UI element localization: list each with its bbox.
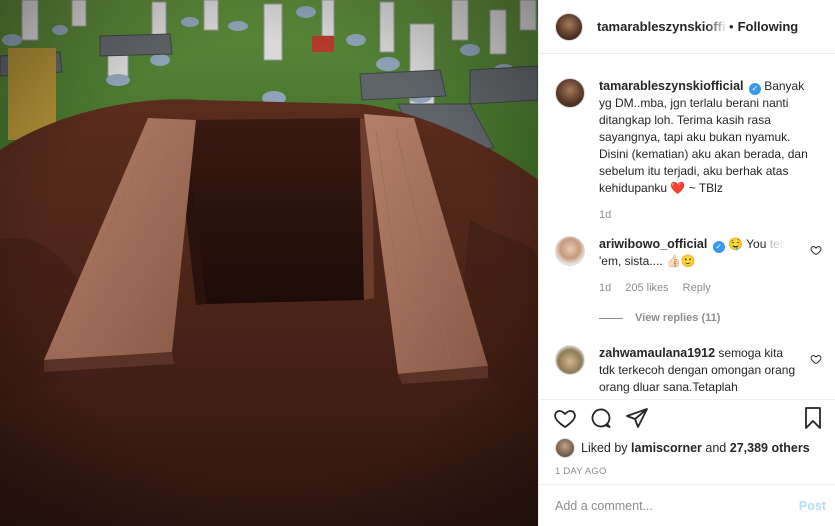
caption-meta: 1d	[599, 207, 820, 224]
comment-text: You	[746, 237, 767, 251]
owner-username[interactable]: tamarableszynskiofficial	[597, 19, 727, 34]
commenter-avatar[interactable]	[555, 236, 585, 266]
like-heart-icon[interactable]	[553, 406, 577, 430]
caption-time[interactable]: 1d	[599, 207, 611, 224]
comment-username[interactable]: ariwibowo_official	[599, 237, 707, 251]
liked-by-summary[interactable]: Liked by lamiscorner and 27,389 others	[555, 438, 810, 458]
save-bookmark-icon[interactable]	[801, 406, 825, 430]
comment-like-heart-icon[interactable]	[810, 244, 822, 256]
comment-meta: 1d 205 likes Reply	[599, 280, 807, 297]
post-header: tamarableszynskiofficial • Following	[539, 0, 835, 54]
comments-list[interactable]: tamarableszynskiofficial ✓ Banyak yg DM.…	[539, 54, 835, 399]
caption-signoff: ~ TBlz	[688, 181, 723, 195]
comment-like-heart-icon[interactable]	[810, 353, 822, 365]
grave-photo-illustration	[0, 0, 538, 526]
thumbs-smile-emoji-icon: 👍🏻🙂	[665, 254, 696, 268]
caption-username[interactable]: tamarableszynskiofficial	[599, 79, 744, 93]
comment-text-line2: 'em, sista....	[599, 254, 663, 268]
liked-by-and: and	[705, 441, 727, 455]
comment-text-truncated: tell	[769, 237, 786, 251]
comment-username[interactable]: zahwamaulana1912	[599, 346, 715, 360]
liked-by-user[interactable]: lamiscorner	[631, 441, 702, 455]
verified-badge-icon: ✓	[748, 83, 761, 95]
post-timestamp[interactable]: 1 DAY AGO	[555, 466, 607, 477]
add-comment-input[interactable]: Add a comment...	[555, 499, 799, 513]
verified-badge-icon: ✓	[712, 241, 725, 253]
following-button[interactable]: Following	[738, 19, 799, 34]
comment-item: ariwibowo_official ✓ 🤤 You tell 'em, sis…	[555, 236, 822, 297]
reply-button[interactable]: Reply	[683, 280, 711, 297]
commenter-avatar[interactable]	[555, 345, 585, 375]
replies-divider	[599, 317, 623, 319]
instagram-post-modal: tamarableszynskiofficial • Following tam…	[0, 0, 835, 526]
comment-bubble-icon[interactable]	[589, 406, 613, 430]
comment-likes[interactable]: 205 likes	[625, 280, 668, 297]
post-comment-button[interactable]: Post	[799, 499, 826, 513]
comment-item: zahwamaulana1912 semoga kita tdk terkeco…	[555, 345, 822, 396]
red-heart-emoji-icon: ❤️	[670, 181, 686, 195]
liker-avatar[interactable]	[555, 438, 575, 458]
caption-text: Banyak yg DM..mba, jgn terlalu berani na…	[599, 79, 808, 195]
owner-avatar[interactable]	[555, 12, 583, 41]
comment-body: ariwibowo_official ✓ 🤤 You tell 'em, sis…	[599, 236, 807, 297]
liked-by-prefix: Liked by	[581, 441, 628, 455]
caption-comment: tamarableszynskiofficial ✓ Banyak yg DM.…	[555, 78, 820, 224]
add-comment-bar: Add a comment... Post	[539, 484, 835, 526]
drooling-emoji-icon: 🤤	[728, 237, 743, 251]
caption-avatar[interactable]	[555, 78, 585, 108]
caption-body: tamarableszynskiofficial ✓ Banyak yg DM.…	[599, 78, 820, 224]
view-replies-label: View replies (11)	[635, 312, 721, 324]
comment-time[interactable]: 1d	[599, 280, 611, 297]
post-photo[interactable]	[0, 0, 538, 526]
share-paper-plane-icon[interactable]	[625, 406, 649, 430]
liked-by-count[interactable]: 27,389 others	[730, 441, 810, 455]
view-replies-button[interactable]: View replies (11)	[599, 312, 720, 324]
comment-body: zahwamaulana1912 semoga kita tdk terkeco…	[599, 345, 801, 396]
post-details-panel: tamarableszynskiofficial • Following tam…	[538, 0, 835, 526]
header-separator: •	[729, 19, 734, 34]
